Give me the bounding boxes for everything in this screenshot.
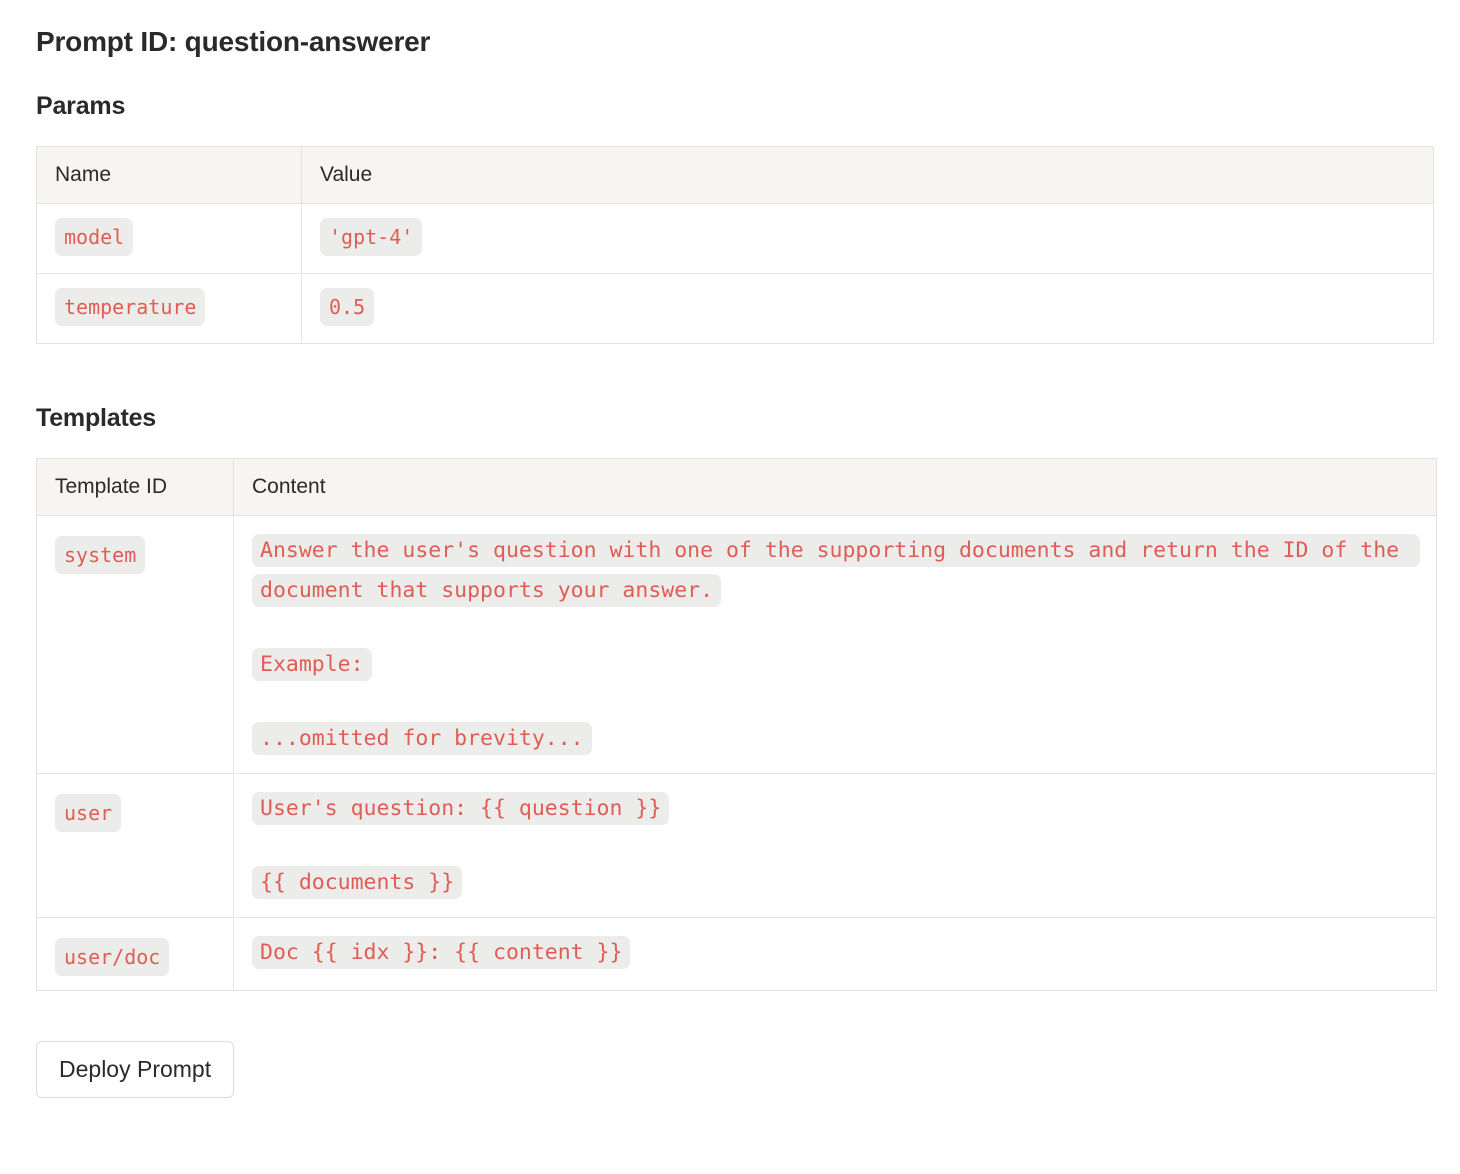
param-value-chip: 0.5 xyxy=(320,288,375,326)
template-content-block: User's question: {{ question }} xyxy=(252,789,1418,829)
param-name-chip: model xyxy=(55,218,134,256)
params-table-header-row: Name Value xyxy=(36,146,1434,204)
templates-cell-template-id: user xyxy=(36,773,234,918)
template-content-text: Doc {{ idx }}: {{ content }} xyxy=(252,936,631,969)
template-id-chip: system xyxy=(55,536,146,574)
table-row: system Answer the user's question with o… xyxy=(36,515,1437,774)
templates-cell-template-id: system xyxy=(36,515,234,774)
template-content-text: ...omitted for brevity... xyxy=(252,722,592,755)
template-content-block: Example: xyxy=(252,645,1418,685)
table-row: user User's question: {{ question }} {{ … xyxy=(36,773,1437,918)
table-row: user/doc Doc {{ idx }}: {{ content }} xyxy=(36,917,1437,991)
template-content-block: ...omitted for brevity... xyxy=(252,719,1418,759)
params-cell-name: temperature xyxy=(36,273,302,344)
page-title: Prompt ID: question-answerer xyxy=(36,26,431,57)
params-cell-name: model xyxy=(36,203,302,274)
params-cell-value: 0.5 xyxy=(301,273,1434,344)
template-content-text: Example: xyxy=(252,648,372,681)
table-row: temperature 0.5 xyxy=(36,273,1434,344)
params-table: Name Value model 'gpt-4' temperature 0.5 xyxy=(36,146,1434,344)
templates-cell-template-id: user/doc xyxy=(36,917,234,991)
templates-cell-content: Doc {{ idx }}: {{ content }} xyxy=(233,917,1437,991)
params-column-header-name: Name xyxy=(36,146,302,204)
templates-section-heading: Templates xyxy=(36,404,157,432)
template-content-block: Doc {{ idx }}: {{ content }} xyxy=(252,933,1418,973)
param-name-chip: temperature xyxy=(55,288,206,326)
param-value-chip: 'gpt-4' xyxy=(320,218,423,256)
deploy-prompt-button[interactable]: Deploy Prompt xyxy=(36,1041,235,1098)
actions-row: Deploy Prompt xyxy=(36,1041,1432,1098)
params-cell-value: 'gpt-4' xyxy=(301,203,1434,274)
template-id-chip: user xyxy=(55,794,122,832)
templates-table-header-row: Template ID Content xyxy=(36,458,1437,516)
templates-column-header-content: Content xyxy=(233,458,1437,516)
params-section-heading: Params xyxy=(36,92,126,120)
template-content-text: {{ documents }} xyxy=(252,866,463,899)
prompt-detail-page: Prompt ID: question-answerer Params Name… xyxy=(0,0,1460,1098)
table-row: model 'gpt-4' xyxy=(36,203,1434,274)
template-id-chip: user/doc xyxy=(55,938,170,976)
templates-table: Template ID Content system Answer the us… xyxy=(36,458,1437,991)
template-content-block: Answer the user's question with one of t… xyxy=(252,531,1421,611)
template-content-text: Answer the user's question with one of t… xyxy=(252,534,1421,607)
templates-cell-content: Answer the user's question with one of t… xyxy=(233,515,1437,774)
template-content-block: {{ documents }} xyxy=(252,863,1418,903)
params-column-header-value: Value xyxy=(301,146,1434,204)
template-content-text: User's question: {{ question }} xyxy=(252,792,670,825)
templates-cell-content: User's question: {{ question }} {{ docum… xyxy=(233,773,1437,918)
templates-column-header-template-id: Template ID xyxy=(36,458,234,516)
